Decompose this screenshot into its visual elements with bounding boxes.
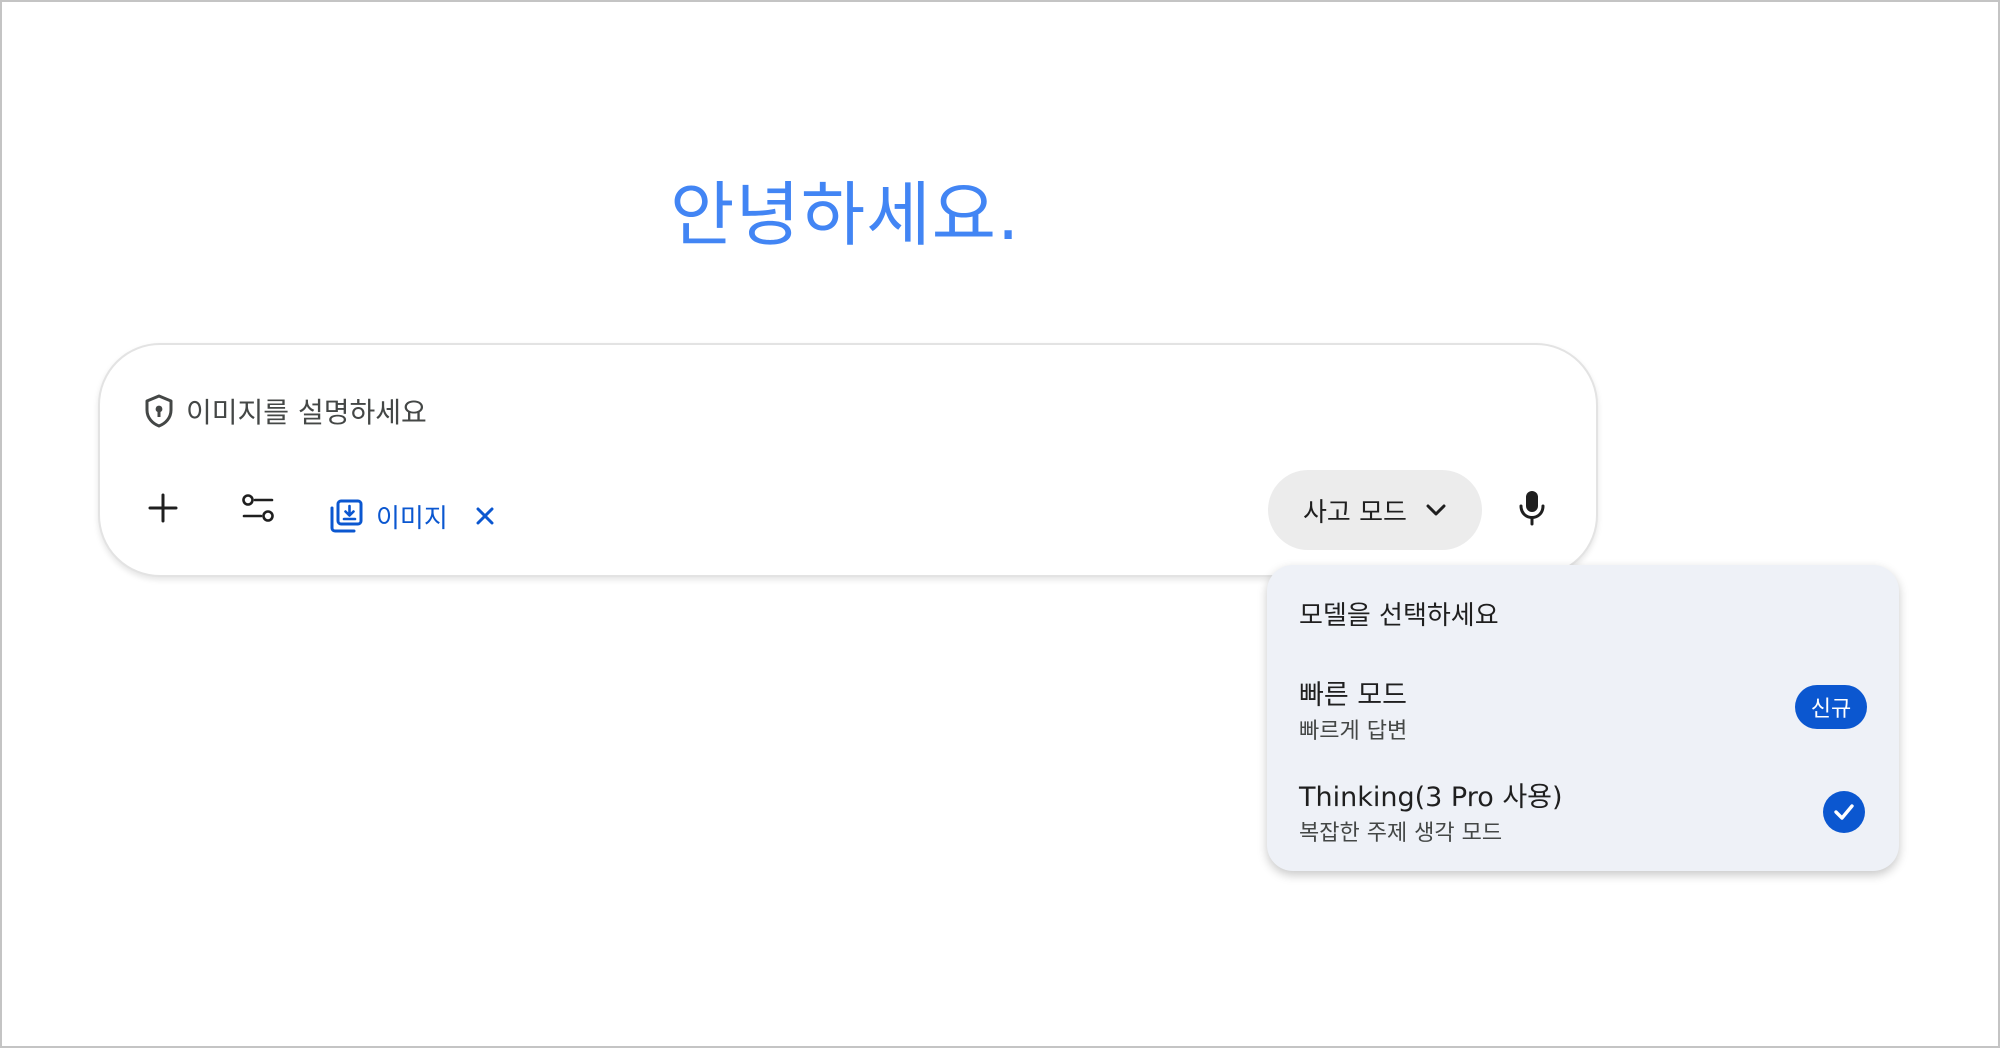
chevron-down-icon (1425, 503, 1447, 517)
app-window: 안녕하세요. 이미지를 설명하세요 이미지 사고 모드 모델을 선택하세요 빠른… (0, 0, 2000, 1048)
shield-lock-icon (144, 394, 174, 428)
option-description: 복잡한 주제 생각 모드 (1299, 821, 1503, 846)
tools-button[interactable] (230, 482, 286, 538)
microphone-icon (1518, 489, 1546, 531)
prompt-input[interactable]: 이미지를 설명하세요 (144, 391, 427, 431)
prompt-placeholder: 이미지를 설명하세요 (186, 396, 427, 429)
new-badge: 신규 (1795, 685, 1867, 729)
option-label: Thinking(3 Pro 사용) (1299, 782, 1563, 813)
menu-title: 모델을 선택하세요 (1299, 601, 1499, 631)
close-icon[interactable] (470, 501, 500, 531)
check-icon (1823, 791, 1865, 833)
mode-select-label: 사고 모드 (1303, 497, 1407, 528)
greeting-heading: 안녕하세요. (670, 174, 1021, 256)
add-button[interactable] (135, 482, 191, 538)
model-select-menu: 모델을 선택하세요 빠른 모드 빠르게 답변 신규 Thinking(3 Pro… (1267, 565, 1899, 871)
plus-icon (147, 492, 179, 528)
prompt-composer: 이미지를 설명하세요 이미지 사고 모드 (98, 343, 1598, 577)
option-description: 빠르게 답변 (1299, 719, 1408, 744)
tune-icon (241, 491, 275, 529)
menu-option-thinking[interactable]: Thinking(3 Pro 사용) 복잡한 주제 생각 모드 (1267, 769, 1899, 859)
image-tool-chip[interactable]: 이미지 (328, 491, 500, 541)
mode-select-button[interactable]: 사고 모드 (1268, 470, 1482, 550)
option-label: 빠른 모드 (1299, 680, 1407, 711)
microphone-button[interactable] (1504, 482, 1560, 538)
image-gallery-icon (328, 498, 364, 534)
image-chip-label: 이미지 (376, 503, 448, 534)
menu-option-fast-mode[interactable]: 빠른 모드 빠르게 답변 신규 (1267, 667, 1899, 757)
